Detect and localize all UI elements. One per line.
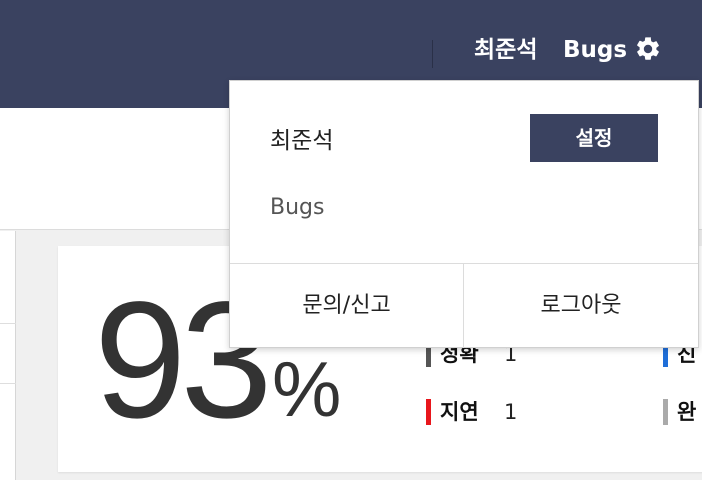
header-user-name[interactable]: 최준석 (474, 34, 537, 66)
stat-label: 완 (677, 400, 697, 424)
stat-color-bar (426, 399, 431, 425)
stat-color-bar (663, 399, 668, 425)
stat-value: 1 (504, 400, 518, 424)
list-row-divider (0, 323, 16, 324)
stat-delayed: 지연 1 (426, 398, 526, 426)
stat-label: 지연 (440, 400, 479, 424)
user-dropdown-menu: 최준석 설정 Bugs 문의/신고 로그아웃 (229, 80, 699, 348)
logout-button[interactable]: 로그아웃 (464, 264, 698, 348)
header-divider (432, 40, 433, 68)
page: 최준석 Bugs 93 % 정확 1 지연 1 진 완 최준석 설정 Bugs (0, 0, 702, 480)
completion-percent-sign: % (272, 345, 342, 433)
dropdown-user-name: 최준석 (270, 128, 334, 154)
gear-icon[interactable] (634, 35, 662, 63)
contact-report-button[interactable]: 문의/신고 (230, 264, 463, 348)
settings-button[interactable]: 설정 (530, 114, 658, 162)
dropdown-footer: 문의/신고 로그아웃 (230, 263, 698, 348)
left-list-column (0, 231, 16, 480)
list-row-divider (0, 383, 16, 384)
dropdown-org-name: Bugs (270, 195, 325, 220)
stat-complete: 완 (663, 398, 702, 426)
header-org-name[interactable]: Bugs (563, 34, 627, 66)
